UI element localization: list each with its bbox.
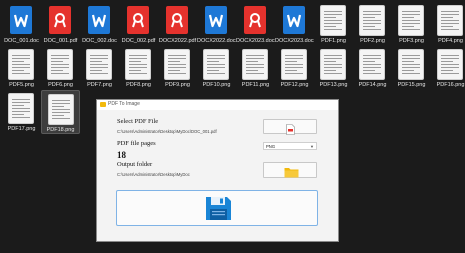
- file-item[interactable]: DOCX2023.docx: [275, 2, 314, 46]
- file-item[interactable]: PDF13.png: [314, 46, 353, 90]
- file-item[interactable]: PDF3.png: [392, 2, 431, 46]
- file-item[interactable]: DOCX2022.pdf: [158, 2, 197, 46]
- file-name: PDF14.png: [358, 82, 387, 88]
- word-document-icon: [10, 6, 32, 34]
- file-name: PDF15.png: [397, 82, 426, 88]
- file-name: PDF9.png: [165, 82, 190, 88]
- file-item[interactable]: PDF11.png: [236, 46, 275, 90]
- browse-output-folder-button[interactable]: [263, 162, 317, 178]
- app-icon: [100, 102, 106, 107]
- file-name: DOCX2022.docx: [197, 38, 236, 44]
- file-item[interactable]: PDF15.png: [392, 46, 431, 90]
- convert-button[interactable]: [116, 190, 318, 226]
- file-name: PDF8.png: [126, 82, 151, 88]
- file-name: PDF6.png: [48, 82, 73, 88]
- browse-pdf-button[interactable]: [263, 119, 317, 135]
- image-file-icon: [437, 5, 463, 36]
- pdf-document-icon: [244, 6, 266, 34]
- image-file-icon: [86, 49, 112, 80]
- image-file-icon: [437, 49, 463, 80]
- file-name: PDF10.png: [202, 82, 231, 88]
- image-format-select[interactable]: PNG ▼: [263, 142, 317, 150]
- file-name: DOC_001.doc: [4, 38, 39, 44]
- image-file-icon: [359, 5, 385, 36]
- file-name: DOCX2023.docx: [236, 38, 275, 44]
- file-item[interactable]: DOCX2023.docx: [236, 2, 275, 46]
- pdf-to-image-dialog: PDF To Image Select PDF File C:\Users\Ad…: [96, 99, 339, 242]
- pdf-document-icon: [49, 6, 71, 34]
- file-item[interactable]: PDF5.png: [2, 46, 41, 90]
- chevron-down-icon: ▼: [310, 144, 314, 149]
- file-item[interactable]: PDF14.png: [353, 46, 392, 90]
- file-name: PDF5.png: [9, 82, 34, 88]
- word-document-icon: [88, 6, 110, 34]
- file-item[interactable]: PDF7.png: [80, 46, 119, 90]
- word-document-icon: [283, 6, 305, 34]
- output-folder-label: Output folder: [117, 161, 153, 168]
- file-name: DOC_002.pdf: [121, 38, 156, 44]
- select-pdf-label: Select PDF File: [117, 118, 159, 125]
- file-item[interactable]: DOC_001.doc: [2, 2, 41, 46]
- image-file-icon: [8, 93, 34, 124]
- file-name: PDF13.png: [319, 82, 348, 88]
- file-name: DOCX2022.pdf: [158, 38, 197, 44]
- file-item[interactable]: PDF2.png: [353, 2, 392, 46]
- dialog-titlebar[interactable]: PDF To Image: [97, 100, 338, 110]
- pdf-document-icon: [166, 6, 188, 34]
- pdf-pages-value: 18: [117, 150, 126, 160]
- selected-pdf-path: C:\Users\Administrator\Desktop\MyDoc\DOC…: [117, 129, 217, 134]
- word-document-icon: [205, 6, 227, 34]
- file-item[interactable]: DOCX2022.docx: [197, 2, 236, 46]
- file-item[interactable]: PDF10.png: [197, 46, 236, 90]
- pdf-file-icon: [286, 122, 295, 140]
- file-name: PDF12.png: [280, 82, 309, 88]
- image-file-icon: [125, 49, 151, 80]
- image-file-icon: [320, 5, 346, 36]
- file-name: PDF3.png: [399, 38, 424, 44]
- file-item[interactable]: PDF6.png: [41, 46, 80, 90]
- file-name: PDF18.png: [46, 127, 75, 133]
- file-item[interactable]: PDF9.png: [158, 46, 197, 90]
- folder-icon: [284, 165, 299, 183]
- file-item[interactable]: DOC_002.doc: [80, 2, 119, 46]
- image-file-icon: [47, 49, 73, 80]
- file-name: PDF1.png: [321, 38, 346, 44]
- file-item[interactable]: PDF12.png: [275, 46, 314, 90]
- output-folder-path: C:\Users\Administrator\Desktop\MyDoc: [117, 172, 190, 177]
- pdf-pages-label: PDF file pages: [117, 140, 156, 147]
- image-file-icon: [359, 49, 385, 80]
- file-item[interactable]: PDF18.png: [41, 90, 80, 134]
- image-file-icon: [8, 49, 34, 80]
- file-item[interactable]: DOC_002.pdf: [119, 2, 158, 46]
- image-file-icon: [242, 49, 268, 80]
- dialog-title: PDF To Image: [108, 101, 140, 107]
- image-file-icon: [398, 5, 424, 36]
- image-file-icon: [164, 49, 190, 80]
- file-name: DOC_001.pdf: [43, 38, 78, 44]
- pdf-document-icon: [127, 6, 149, 34]
- file-item[interactable]: DOC_001.pdf: [41, 2, 80, 46]
- image-file-icon: [281, 49, 307, 80]
- file-item[interactable]: PDF8.png: [119, 46, 158, 90]
- image-format-value: PNG: [266, 144, 276, 149]
- file-item[interactable]: PDF16.png: [431, 46, 465, 90]
- image-file-icon: [398, 49, 424, 80]
- file-name: PDF4.png: [438, 38, 463, 44]
- file-name: DOCX2023.docx: [275, 38, 314, 44]
- file-name: PDF17.png: [7, 126, 36, 132]
- file-item[interactable]: PDF17.png: [2, 90, 41, 134]
- file-name: DOC_002.doc: [82, 38, 117, 44]
- image-file-icon: [48, 94, 74, 125]
- file-item[interactable]: PDF4.png: [431, 2, 465, 46]
- file-name: PDF11.png: [241, 82, 270, 88]
- file-name: PDF2.png: [360, 38, 385, 44]
- file-item[interactable]: PDF1.png: [314, 2, 353, 46]
- image-file-icon: [320, 49, 346, 80]
- image-file-icon: [203, 49, 229, 80]
- file-name: PDF7.png: [87, 82, 112, 88]
- floppy-save-icon: [205, 196, 232, 226]
- file-name: PDF16.png: [436, 82, 465, 88]
